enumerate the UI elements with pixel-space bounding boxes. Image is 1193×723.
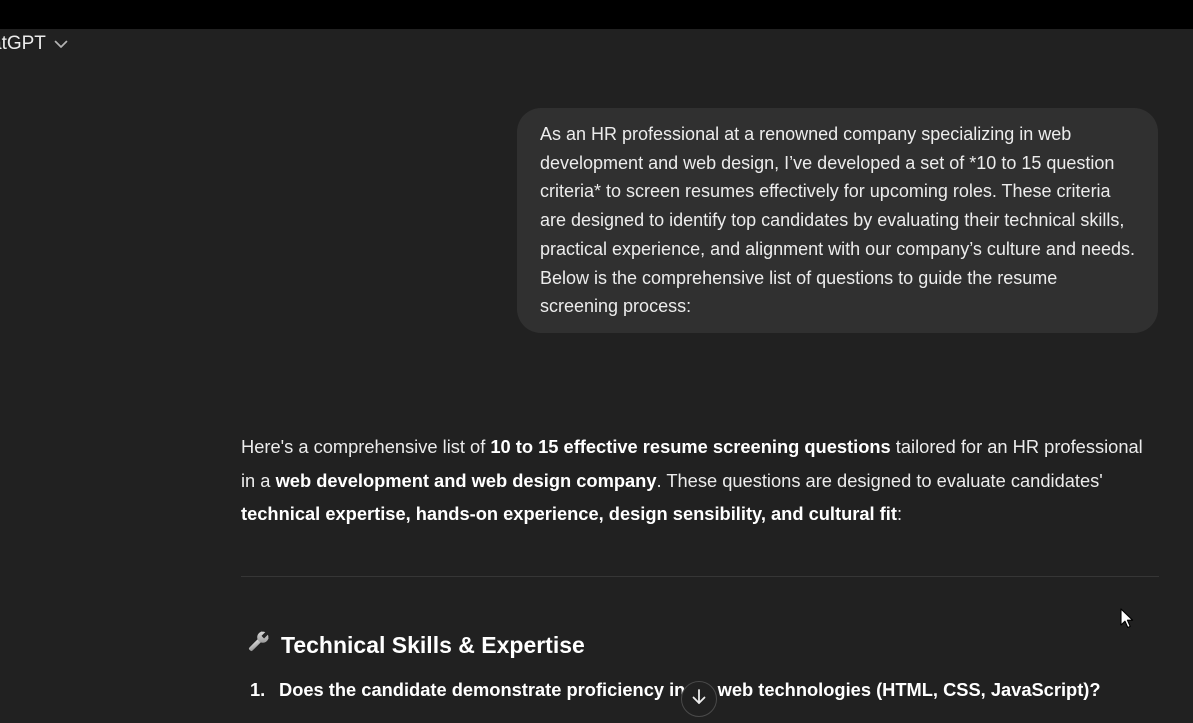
intro-bold-company: web development and web design company (275, 469, 657, 491)
section-heading: Technical Skills & Expertise (245, 629, 585, 661)
user-message-text: As an HR professional at a renowned comp… (540, 124, 1136, 317)
intro-text: Here's a comprehensive list of (241, 436, 491, 457)
model-name: atGPT (0, 33, 46, 54)
chat-window: atGPT As an HR professional at a renowne… (0, 0, 1193, 723)
list-item: 1. Does the candidate demonstrate profici… (250, 679, 1101, 701)
arrow-down-icon (691, 688, 707, 711)
assistant-message: Here's a comprehensive list of 10 to 15 … (241, 430, 1161, 531)
chevron-down-icon (54, 40, 68, 49)
wrench-icon (245, 629, 271, 661)
section-title: Technical Skills & Expertise (281, 631, 585, 658)
user-message-bubble: As an HR professional at a renowned comp… (517, 108, 1158, 333)
assistant-intro: Here's a comprehensive list of 10 to 15 … (241, 430, 1161, 531)
intro-text: : (896, 503, 903, 524)
list-item-text: Does the candidate demonstrate proficien… (279, 679, 686, 700)
model-switcher[interactable]: atGPT (0, 31, 68, 57)
intro-bold-questions: 10 to 15 effective resume screening ques… (490, 436, 891, 457)
scroll-to-bottom-button[interactable] (681, 681, 717, 717)
window-top-bar (0, 0, 1193, 29)
list-item-text-continued: e web technologies (HTML, CSS, JavaScrip… (702, 679, 1101, 700)
section-divider (241, 576, 1159, 577)
intro-text: . These questions are designed to evalua… (656, 469, 1103, 491)
intro-bold-criteria: technical expertise, hands-on experience… (241, 503, 897, 524)
list-item-number: 1. (250, 679, 266, 700)
mouse-pointer-icon (1120, 608, 1134, 635)
